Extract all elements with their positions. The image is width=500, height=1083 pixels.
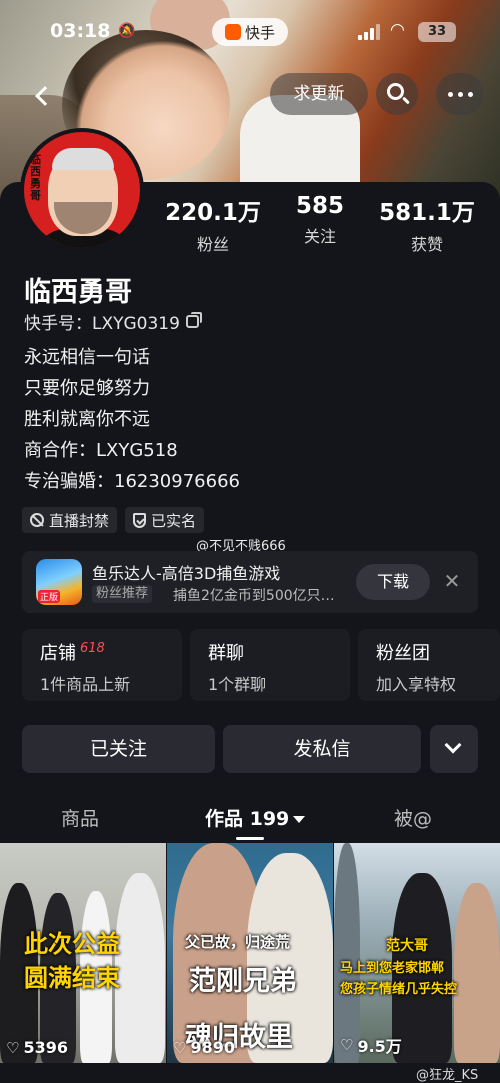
- stat-following[interactable]: 585 关注: [267, 193, 373, 255]
- group-chat-card[interactable]: 群聊 1个群聊: [190, 629, 350, 701]
- copy-icon[interactable]: [185, 312, 202, 328]
- heart-icon: ♡: [340, 1036, 354, 1054]
- stat-label: 关注: [303, 227, 336, 246]
- ad-card[interactable]: 鱼乐达人-高倍3D捕鱼游戏 粉丝推荐 捕鱼2亿金币到500亿只… 下载 ✕: [22, 551, 478, 613]
- video-tile[interactable]: 此次公益 圆满结束 ♡ 5396: [0, 843, 166, 1063]
- avatar[interactable]: 临西勇哥: [20, 128, 144, 252]
- badge-label: 直播封禁: [49, 511, 110, 530]
- search-button[interactable]: [376, 73, 418, 115]
- profile-stats: 220.1万 粉丝 585 关注 581.1万 获赞: [160, 193, 480, 255]
- wifi-icon: ◠: [390, 20, 405, 40]
- signal-icon: [358, 24, 380, 40]
- stat-label: 粉丝: [196, 235, 229, 254]
- bio-line: 只要你足够努力: [24, 378, 150, 399]
- verified-badge[interactable]: 已实名: [125, 507, 205, 533]
- card-subtitle: 1个群聊: [208, 675, 267, 694]
- card-title: 群聊: [208, 643, 244, 664]
- tab-label: 作品 199: [205, 808, 290, 830]
- video-caption: 此次公益 圆满结束: [24, 930, 120, 992]
- status-time: 03:18: [50, 20, 111, 42]
- status-bar: 03:18 🔕 快手 ◠ 33: [0, 18, 500, 48]
- watermark-bottom: @狂龙_KS: [416, 1068, 479, 1083]
- mute-icon: 🔕: [118, 23, 136, 39]
- card-subtitle: 1件商品上新: [40, 675, 131, 694]
- more-icon: [447, 91, 453, 97]
- content-tabs: 商品 作品 199 被@: [0, 800, 500, 840]
- shield-icon: [133, 512, 147, 528]
- stat-fans[interactable]: 220.1万 粉丝: [160, 193, 266, 255]
- tab-mentions[interactable]: 被@: [394, 804, 432, 831]
- quick-cards: 店铺 618 1件商品上新 群聊 1个群聊 粉丝团 加入享特权: [22, 629, 500, 701]
- card-subtitle: 加入享特权: [376, 675, 457, 694]
- shop-card[interactable]: 店铺 618 1件商品上新: [22, 629, 182, 701]
- video-likes: ♡ 5396: [6, 1038, 68, 1057]
- video-grid: 此次公益 圆满结束 ♡ 5396 父已故，归途荒 范刚兄弟 魂归故里 ♡ 9890 …: [0, 843, 500, 1063]
- followed-button[interactable]: 已关注: [22, 725, 215, 773]
- kuaishou-id-row[interactable]: 快手号：LXYG0319: [24, 309, 202, 334]
- tab-works[interactable]: 作品 199: [205, 804, 306, 831]
- game-app-icon: [36, 559, 82, 605]
- chevron-left-icon: [35, 86, 55, 106]
- app-indicator[interactable]: 快手: [212, 18, 288, 46]
- download-button[interactable]: 下载: [356, 564, 430, 600]
- video-caption: 马上到您老家邯郸: [340, 961, 445, 976]
- profile-bio: 永远相信一句话 只要你足够努力 胜利就离你不远 商合作：LXYG518 专治骗婚…: [24, 342, 240, 497]
- urge-update-button[interactable]: 求更新: [270, 73, 368, 115]
- ban-icon: [30, 513, 44, 527]
- heart-icon: ♡: [173, 1038, 187, 1057]
- video-tile[interactable]: 范大哥 马上到您老家邯郸 您孩子情绪几乎失控 ♡ 9.5万: [334, 843, 500, 1063]
- kuaishou-id: 快手号：LXYG0319: [24, 314, 180, 334]
- kuaishou-logo-icon: [224, 24, 241, 40]
- bio-line: 永远相信一句话: [24, 347, 150, 368]
- back-button[interactable]: [22, 76, 62, 116]
- card-title: 店铺: [40, 643, 76, 664]
- ad-tag: 粉丝推荐: [92, 585, 153, 603]
- bio-line: 商合作：LXYG518: [24, 440, 178, 461]
- video-tile[interactable]: 父已故，归途荒 范刚兄弟 魂归故里 ♡ 9890: [167, 843, 333, 1063]
- avatar-tag: 临西勇哥: [30, 153, 41, 202]
- stat-value: 581.1万: [379, 200, 475, 226]
- more-options-button[interactable]: [430, 725, 478, 773]
- stat-value: 220.1万: [165, 200, 261, 226]
- fan-club-card[interactable]: 粉丝团 加入享特权: [358, 629, 500, 701]
- profile-badges: 直播封禁 已实名: [22, 507, 205, 533]
- tab-products[interactable]: 商品: [61, 804, 99, 831]
- caret-down-icon: [293, 816, 306, 823]
- video-caption: 您孩子情绪几乎失控: [340, 982, 458, 997]
- card-title: 粉丝团: [376, 643, 430, 664]
- live-banned-badge[interactable]: 直播封禁: [22, 507, 118, 533]
- badge-label: 已实名: [151, 511, 197, 530]
- video-caption-main: 范刚兄弟: [189, 966, 297, 997]
- stat-value: 585: [295, 193, 344, 219]
- app-name: 快手: [244, 23, 275, 42]
- battery-indicator: 33: [418, 22, 456, 42]
- promo-618: 618: [80, 641, 105, 656]
- ad-title: 鱼乐达人-高倍3D捕鱼游戏: [92, 564, 281, 583]
- ad-description: 捕鱼2亿金币到500亿只…: [173, 588, 335, 604]
- close-icon[interactable]: ✕: [440, 566, 464, 596]
- stat-likes[interactable]: 581.1万 获赞: [374, 193, 480, 255]
- search-icon: [387, 83, 404, 100]
- heart-icon: ♡: [6, 1038, 20, 1057]
- more-button[interactable]: [436, 73, 484, 115]
- tab-indicator: [236, 837, 264, 840]
- stat-label: 获赞: [410, 235, 443, 254]
- bio-line: 胜利就离你不远: [24, 409, 150, 430]
- video-likes: ♡ 9890: [173, 1038, 235, 1057]
- video-caption-top: 父已故，归途荒: [185, 933, 291, 951]
- send-message-button[interactable]: 发私信: [223, 725, 421, 773]
- bio-line: 专治骗婚：16230976666: [24, 471, 240, 492]
- chevron-down-icon: [444, 736, 462, 754]
- profile-name: 临西勇哥: [24, 277, 132, 308]
- video-caption: 范大哥: [386, 938, 428, 954]
- video-likes: ♡ 9.5万: [340, 1036, 402, 1056]
